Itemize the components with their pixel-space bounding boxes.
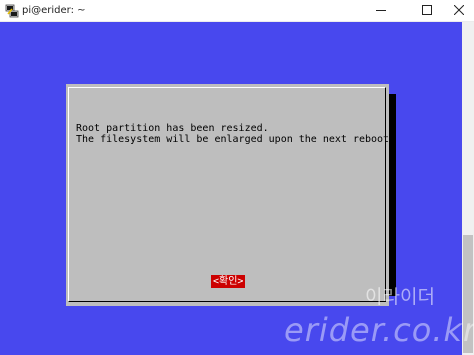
dialog-message-line: Root partition has been resized. [76,123,269,134]
putty-icon[interactable] [5,4,19,18]
message-dialog: Root partition has been resized. The fil… [66,84,389,306]
ok-button[interactable]: <확인> [211,275,246,288]
title-bar[interactable]: pi@erider: ~ [0,0,474,22]
close-button[interactable] [444,0,474,21]
vertical-scrollbar[interactable] [462,22,474,355]
maximize-icon [422,5,432,15]
dialog-frame [68,87,386,302]
window-title: pi@erider: ~ [22,5,86,16]
watermark-domain: erider.co.kr [284,311,474,349]
close-icon [454,5,464,15]
minimize-icon [376,10,386,11]
watermark-korean: 이라이더 [365,286,435,308]
maximize-button[interactable] [412,0,442,21]
minimize-button[interactable] [366,0,396,21]
terminal-window: pi@erider: ~ Root partition has been res… [0,0,474,355]
dialog-message-line: The filesystem will be enlarged upon the… [76,134,390,145]
